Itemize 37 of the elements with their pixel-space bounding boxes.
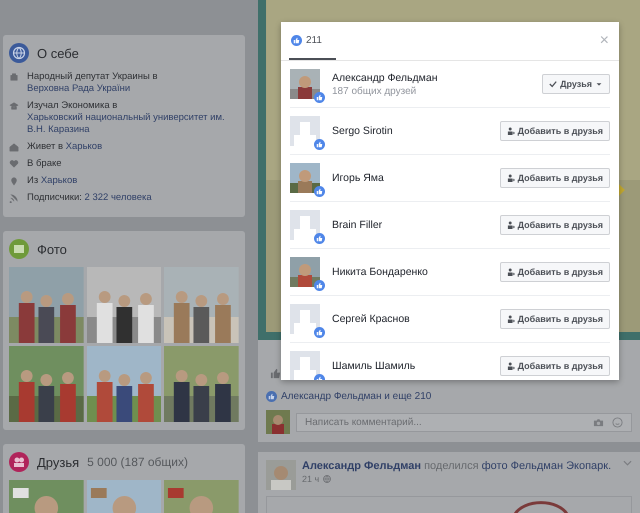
profile-link[interactable]: Харьковский национальный университет им. В.Н. Каразина xyxy=(27,112,239,136)
about-text: Народный депутат Украины в Верховна Рада України xyxy=(27,71,158,95)
person-name[interactable]: Никита Бондаренко xyxy=(332,266,488,278)
add-friend-button[interactable]: Добавить в друзья xyxy=(500,168,610,188)
about-text: В браке xyxy=(27,158,62,170)
add-friend-button[interactable]: Добавить в друзья xyxy=(500,356,610,376)
about-text: Из Харьков xyxy=(27,175,78,187)
mutual-friends: 187 общих друзей xyxy=(332,86,418,96)
friends-title: Друзья xyxy=(37,454,80,470)
about-title: О себе xyxy=(37,46,79,60)
profile-link[interactable]: Харьков xyxy=(40,175,78,187)
profile-link[interactable]: Харьков xyxy=(66,141,102,153)
about-text: Подписчики: 2 322 человека xyxy=(27,192,152,204)
post-header: Александр Фельдман поделился фото Фельдман Экопарк. xyxy=(302,460,612,472)
friends-button[interactable]: Друзья xyxy=(542,74,610,94)
photo-link[interactable]: фото Фельдман Экопарк. xyxy=(482,460,612,472)
person-name[interactable]: Сергей Краснов xyxy=(332,313,488,325)
likes-summary[interactable]: Александр Фельдман и еще 210 xyxy=(281,391,432,402)
add-friend-button[interactable]: Добавить в друзья xyxy=(500,262,610,282)
author-link[interactable]: Александр Фельдман xyxy=(302,460,422,472)
person-name[interactable]: Brain Filler xyxy=(332,219,488,231)
profile-link[interactable]: Верховна Рада України xyxy=(27,83,130,95)
person-name[interactable]: Шамиль Шамиль xyxy=(332,360,488,372)
reactions-tab[interactable]: 211 xyxy=(289,22,336,60)
add-friend-button[interactable]: Добавить в друзья xyxy=(500,309,610,329)
about-text: Живет в Харьков xyxy=(27,141,102,153)
person-name[interactable]: Игорь Яма xyxy=(332,172,488,184)
add-friend-button[interactable]: Добавить в друзья xyxy=(500,121,610,141)
profile-link[interactable]: 2 322 человека xyxy=(84,192,152,204)
add-friend-button[interactable]: Добавить в друзья xyxy=(500,215,610,235)
friends-count: 5 000 (187 общих) xyxy=(87,455,188,469)
person-name[interactable]: Александр Фельдман xyxy=(332,72,530,84)
about-text: Изучал Экономика в Харьковский национальный университет им. В.Н. Каразина xyxy=(27,100,239,136)
person-name[interactable]: Sergo Sirotin xyxy=(332,125,488,137)
photos-title: Фото xyxy=(37,242,67,256)
comment-field[interactable]: Написать комментарий... xyxy=(296,412,632,432)
comment-input[interactable]: Написать комментарий... xyxy=(305,416,585,428)
